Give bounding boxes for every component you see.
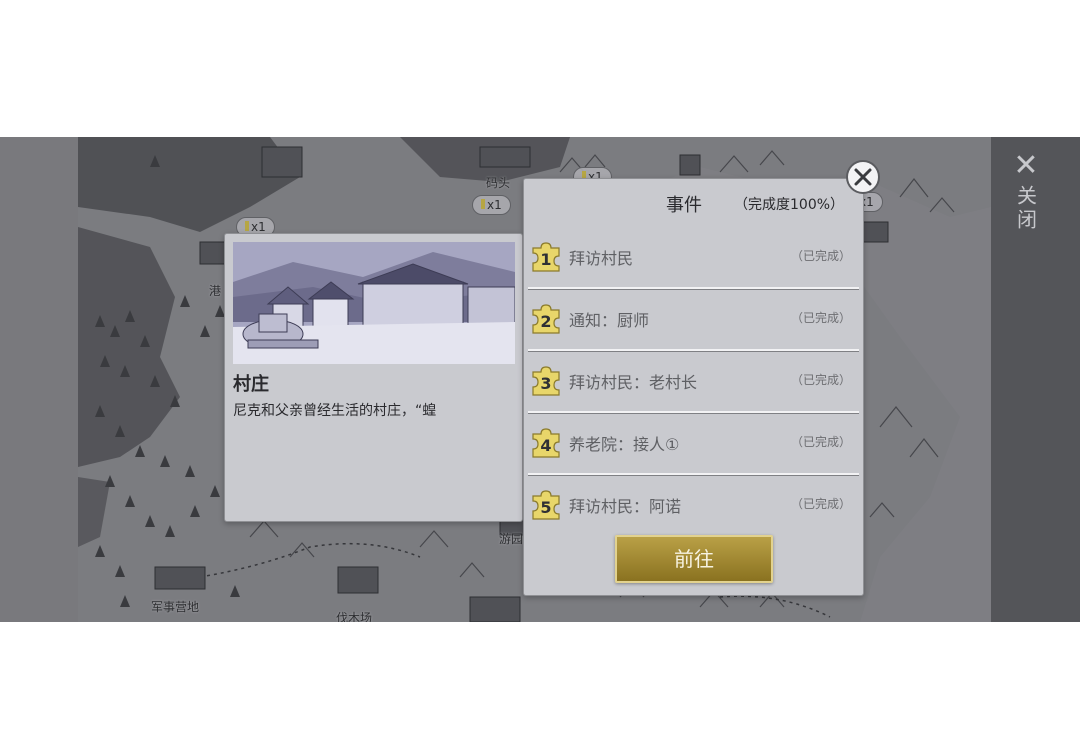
side-close-label: 关闭 <box>1013 185 1038 233</box>
go-button[interactable]: 前往 <box>615 535 773 583</box>
event-status: （已完成） <box>790 249 851 263</box>
event-item[interactable]: 3 拜访村民：老村长 （已完成） <box>524 351 863 413</box>
game-viewport: 港 码头 军事营地 伐木场 游园 x1 x1 x1 x1 ✕ 关闭 村庄 尼克和… <box>0 137 1080 622</box>
event-status: （已完成） <box>790 435 851 449</box>
puzzle-number-icon: 4 <box>532 428 560 458</box>
event-name: 拜访村民：阿诺 <box>569 497 682 516</box>
puzzle-number-icon: 2 <box>532 304 560 334</box>
event-name: 通知：厨师 <box>569 311 650 330</box>
event-status: （已完成） <box>790 373 851 387</box>
side-close-button[interactable]: ✕ 关闭 <box>1011 148 1041 234</box>
event-item[interactable]: 2 通知：厨师 （已完成） <box>524 289 863 351</box>
event-progress: （完成度100%） <box>734 197 845 213</box>
village-illustration <box>233 242 515 364</box>
location-description: 尼克和父亲曾经生活的村庄，“蝗 <box>233 403 437 419</box>
svg-text:1: 1 <box>540 250 551 269</box>
event-item[interactable]: 1 拜访村民 （已完成） <box>524 227 863 289</box>
puzzle-number-icon: 3 <box>532 366 560 396</box>
close-icon <box>854 168 872 186</box>
event-item[interactable]: 4 养老院：接人① （已完成） <box>524 413 863 475</box>
svg-text:5: 5 <box>540 498 551 517</box>
svg-text:3: 3 <box>540 374 551 393</box>
side-panel: ✕ 关闭 <box>991 137 1080 622</box>
event-list: 1 拜访村民 （已完成） 2 通知：厨师 （已完成） 3 拜访村民：老村长 （已… <box>524 227 863 537</box>
panel-close-button[interactable] <box>846 160 880 194</box>
svg-text:2: 2 <box>540 312 551 331</box>
event-panel: 事件 （完成度100%） 1 拜访村民 （已完成） 2 通知：厨师 （已完成） <box>523 178 864 596</box>
location-info-card: 村庄 尼克和父亲曾经生活的村庄，“蝗 <box>224 233 523 522</box>
puzzle-number-icon: 1 <box>532 242 560 272</box>
svg-text:4: 4 <box>540 436 551 455</box>
event-panel-title: 事件 <box>666 195 702 216</box>
event-name: 拜访村民 <box>569 249 634 268</box>
event-status: （已完成） <box>790 497 851 511</box>
location-title: 村庄 <box>233 374 269 395</box>
event-item[interactable]: 5 拜访村民：阿诺 （已完成） <box>524 475 863 537</box>
puzzle-number-icon: 5 <box>532 490 560 520</box>
close-icon: ✕ <box>1013 148 1039 183</box>
event-name: 拜访村民：老村长 <box>569 373 698 392</box>
event-header: 事件 （完成度100%） <box>524 191 863 216</box>
event-status: （已完成） <box>790 311 851 325</box>
event-name: 养老院：接人① <box>569 435 680 454</box>
